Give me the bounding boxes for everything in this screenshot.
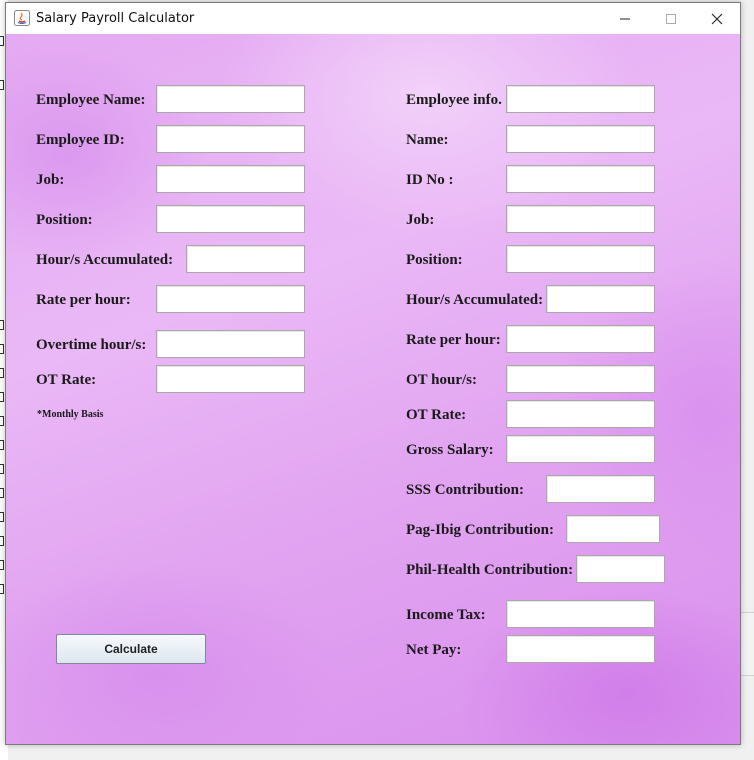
job-input[interactable]: [156, 165, 305, 193]
employee-name-input[interactable]: [156, 85, 305, 113]
label-ot-rate-output: OT Rate:: [406, 407, 467, 423]
gross-salary-output[interactable]: [506, 435, 655, 463]
title-bar[interactable]: Salary Payroll Calculator: [6, 3, 740, 34]
window-title: Salary Payroll Calculator: [36, 11, 195, 26]
background-fragment: [0, 560, 4, 570]
job-output[interactable]: [506, 205, 655, 233]
position-output[interactable]: [506, 245, 655, 273]
label-philhealth-contribution: Phil-Health Contribution:: [406, 562, 574, 578]
background-fragment: [0, 536, 4, 546]
close-icon: [711, 13, 723, 24]
minimize-button[interactable]: [602, 3, 648, 34]
hours-accumulated-output[interactable]: [546, 285, 655, 313]
sss-contribution-output[interactable]: [546, 475, 655, 503]
background-fragment: [0, 36, 4, 46]
ot-hours-output[interactable]: [506, 365, 655, 393]
label-id-no: ID No :: [406, 172, 454, 188]
calculate-button[interactable]: Calculate: [56, 634, 206, 664]
label-ot-hours-output: OT hour/s:: [406, 372, 477, 388]
label-rate-per-hour-output: Rate per hour:: [406, 332, 501, 348]
label-income-tax: Income Tax:: [406, 607, 486, 623]
label-job: Job:: [36, 172, 65, 188]
minimize-icon: [620, 18, 630, 19]
label-job-output: Job:: [406, 212, 435, 228]
ot-rate-output[interactable]: [506, 400, 655, 428]
background-fragment: [0, 344, 4, 354]
label-overtime-hours: Overtime hour/s:: [36, 337, 147, 353]
pagibig-contribution-output[interactable]: [566, 515, 660, 543]
background-fragment: [0, 320, 4, 330]
background-fragment: [0, 440, 4, 450]
background-window-edge: [740, 612, 754, 676]
background-fragment: [0, 488, 4, 498]
ot-rate-input[interactable]: [156, 365, 305, 393]
position-input[interactable]: [156, 205, 305, 233]
background-fragment: [0, 584, 4, 594]
background-fragment: [0, 392, 4, 402]
maximize-button[interactable]: [648, 3, 694, 34]
java-app-icon: [14, 10, 30, 26]
background-fragment: [0, 368, 4, 378]
label-employee-name: Employee Name:: [36, 92, 146, 108]
label-hours-accumulated-output: Hour/s Accumulated:: [406, 292, 544, 308]
background-fragment: [0, 416, 4, 426]
rate-per-hour-output[interactable]: [506, 325, 655, 353]
label-position-output: Position:: [406, 252, 463, 268]
label-ot-rate: OT Rate:: [36, 372, 97, 388]
employee-id-input[interactable]: [156, 125, 305, 153]
form-panel: Employee Name: Employee ID: Job: Positio…: [6, 34, 740, 744]
overtime-hours-input[interactable]: [156, 330, 305, 358]
hours-accumulated-input[interactable]: [186, 245, 305, 273]
close-button[interactable]: [694, 3, 740, 34]
background-fragment: [0, 80, 4, 90]
label-name: Name:: [406, 132, 449, 148]
app-window: Salary Payroll Calculator Employee Name:…: [5, 2, 741, 745]
id-no-output[interactable]: [506, 165, 655, 193]
rate-per-hour-input[interactable]: [156, 285, 305, 313]
background-fragment: [0, 464, 4, 474]
philhealth-contribution-output[interactable]: [576, 555, 665, 583]
name-output[interactable]: [506, 125, 655, 153]
label-position: Position:: [36, 212, 93, 228]
label-gross-salary: Gross Salary:: [406, 442, 494, 458]
monthly-basis-note: *Monthly Basis: [37, 409, 104, 420]
background-fragment: [0, 512, 4, 522]
label-hours-accumulated: Hour/s Accumulated:: [36, 252, 174, 268]
label-net-pay: Net Pay:: [406, 642, 462, 658]
employee-info-output[interactable]: [506, 85, 655, 113]
label-employee-info: Employee info.: [406, 92, 502, 108]
maximize-icon: [666, 13, 676, 24]
net-pay-output[interactable]: [506, 635, 655, 663]
label-rate-per-hour: Rate per hour:: [36, 292, 131, 308]
income-tax-output[interactable]: [506, 600, 655, 628]
label-sss-contribution: SSS Contribution:: [406, 482, 524, 498]
label-pagibig-contribution: Pag-Ibig Contribution:: [406, 522, 554, 538]
label-employee-id: Employee ID:: [36, 132, 125, 148]
